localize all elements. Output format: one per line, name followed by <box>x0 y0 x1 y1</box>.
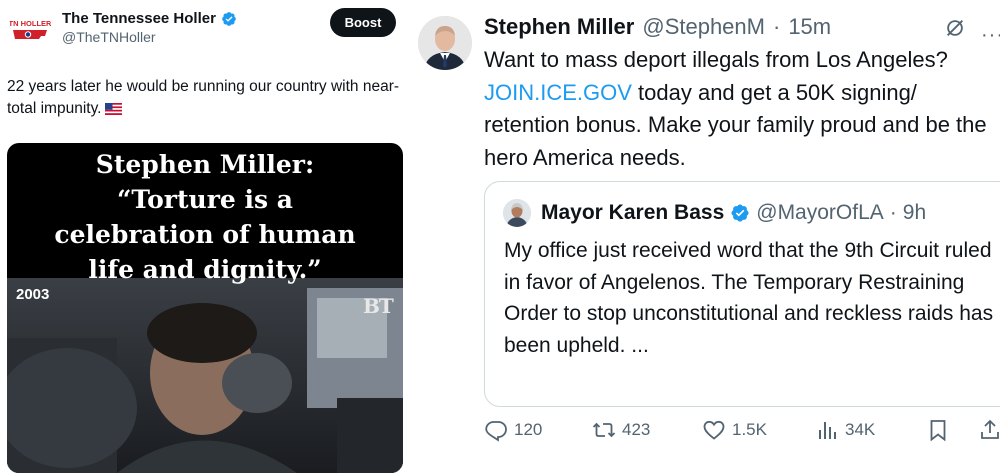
post-text-part-1: Want to mass deport illegals from Los An… <box>484 47 948 72</box>
grok-icon[interactable] <box>944 17 966 39</box>
left-post: TN HOLLER The Tennessee Holler @TheTNHol… <box>0 0 412 475</box>
header-separator: · <box>772 14 781 39</box>
avatar-logo-text: TN HOLLER <box>9 19 52 28</box>
join-ice-link[interactable]: JOIN.ICE.GOV <box>484 80 632 105</box>
boost-button[interactable]: Boost <box>330 8 396 37</box>
video-year-label: 2003 <box>16 286 50 303</box>
views-count: 34K <box>845 420 876 439</box>
views-button[interactable]: 34K <box>815 418 875 442</box>
quoted-text: My office just received word that the 9t… <box>504 239 994 357</box>
quoted-header: Mayor Karen Bass @MayorOfLA · 9h <box>541 201 926 225</box>
bookmark-button[interactable] <box>926 418 950 442</box>
video-frame <box>7 278 403 473</box>
video-watermark: BT <box>363 294 394 318</box>
share-button[interactable] <box>978 418 1000 442</box>
post-text: Want to mass deport illegals from Los An… <box>484 44 994 174</box>
video-caption: Stephen Miller: “Torture is a celebratio… <box>54 150 356 284</box>
author-name[interactable]: The Tennessee Holler <box>62 10 216 27</box>
tn-holler-avatar[interactable]: TN HOLLER <box>8 8 52 52</box>
post-text: 22 years later he would be running our c… <box>7 76 407 122</box>
stephen-miller-avatar[interactable] <box>418 16 472 70</box>
reply-button[interactable]: 120 <box>484 418 542 442</box>
quoted-post[interactable]: Mayor Karen Bass @MayorOfLA · 9h My offi… <box>484 181 1000 407</box>
right-post: Stephen Miller @StephenM · 15m ··· Want … <box>412 0 1000 475</box>
quoted-separator: · <box>889 201 897 224</box>
reply-icon <box>485 421 507 442</box>
reply-count: 120 <box>514 420 543 439</box>
avatar-photo-icon <box>503 199 531 227</box>
verified-badge-icon <box>731 204 749 222</box>
quoted-time[interactable]: 9h <box>903 201 926 225</box>
heart-icon <box>703 420 725 440</box>
post-text-body: 22 years later he would be running our c… <box>7 78 400 117</box>
bookmark-icon <box>930 420 946 442</box>
karen-bass-avatar[interactable] <box>503 199 531 227</box>
repost-icon <box>592 422 616 438</box>
post-header: Stephen Miller @StephenM · 15m <box>484 14 831 40</box>
views-chart-icon <box>819 422 836 439</box>
quoted-author-name[interactable]: Mayor Karen Bass <box>541 201 724 225</box>
repost-count: 423 <box>622 420 651 439</box>
avatar-photo-icon <box>418 16 472 70</box>
video-player[interactable]: Stephen Miller: “Torture is a celebratio… <box>7 143 403 473</box>
author-handle[interactable]: @StephenM <box>642 14 765 40</box>
tn-holler-logo-icon: TN HOLLER <box>8 8 52 52</box>
us-flag-emoji <box>105 100 123 122</box>
verified-badge-icon <box>222 11 236 26</box>
author-name[interactable]: Stephen Miller <box>484 14 634 40</box>
author-handle[interactable]: @TheTNHoller <box>62 29 156 45</box>
like-button[interactable]: 1.5K <box>702 418 767 442</box>
like-count: 1.5K <box>732 420 767 439</box>
post-time[interactable]: 15m <box>788 14 831 40</box>
quoted-author-handle[interactable]: @MayorOfLA <box>756 201 884 225</box>
repost-button[interactable]: 423 <box>592 418 650 442</box>
action-bar: 120 423 1.5K 34K <box>484 418 1000 448</box>
share-icon <box>981 419 999 439</box>
us-flag-icon <box>105 103 123 115</box>
